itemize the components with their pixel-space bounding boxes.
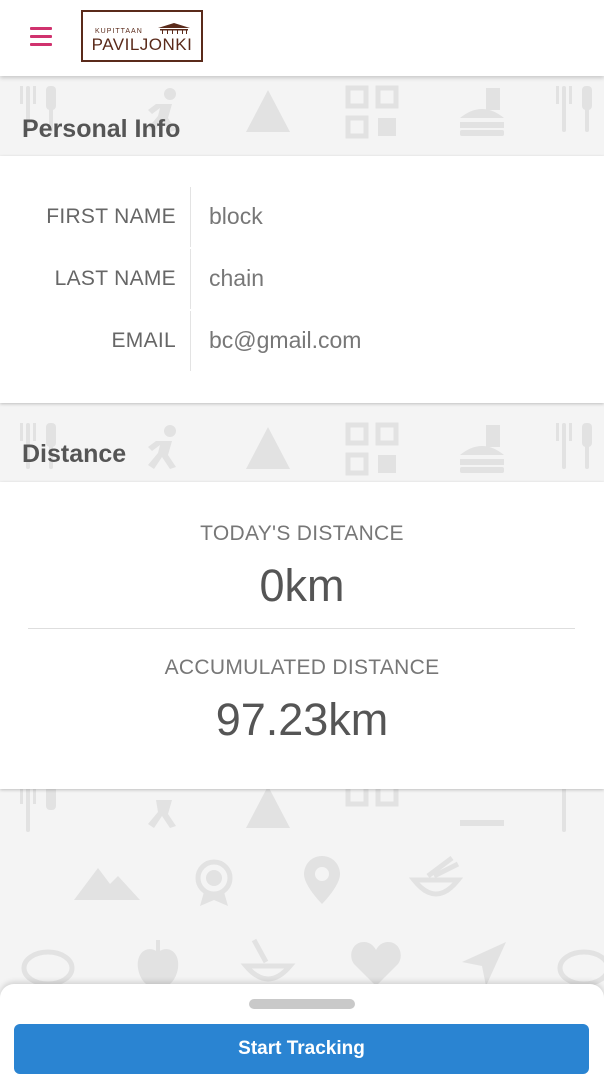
first-name-value[interactable]: block (209, 203, 263, 230)
drag-handle[interactable] (249, 999, 355, 1009)
runner-icon (134, 423, 190, 479)
brand-logo[interactable]: KUPITTAAN PAVILJONKI (81, 10, 203, 62)
personal-info-card: FIRST NAME block LAST NAME chain EMAIL b… (0, 156, 604, 403)
email-label: EMAIL (111, 329, 176, 352)
qr-code-icon (344, 84, 400, 140)
cutlery-icon (548, 782, 604, 838)
logo-main-text: PAVILJONKI (91, 35, 193, 54)
first-name-label: FIRST NAME (46, 205, 176, 228)
burger-drink-icon (456, 782, 512, 838)
first-name-row: FIRST NAME block (0, 187, 604, 247)
runner-icon (134, 782, 190, 838)
email-row: EMAIL bc@gmail.com (0, 311, 604, 371)
burger-drink-icon (456, 84, 512, 140)
mountain-icon (72, 854, 142, 910)
last-name-row: LAST NAME chain (0, 249, 604, 309)
pavilion-icon (158, 23, 190, 34)
last-name-value[interactable]: chain (209, 265, 264, 292)
distance-heading: Distance (22, 440, 127, 468)
field-divider (190, 311, 191, 371)
map-pin-icon (294, 852, 350, 908)
hamburger-menu-icon[interactable] (30, 27, 52, 47)
cutlery-icon (548, 419, 604, 475)
distance-card: TODAY'S DISTANCE 0km ACCUMULATED DISTANC… (0, 482, 604, 789)
today-distance-value: 0km (259, 560, 345, 611)
app-header: KUPITTAAN PAVILJONKI (0, 0, 604, 76)
distance-divider (28, 628, 575, 629)
accumulated-distance-label: ACCUMULATED DISTANCE (164, 656, 440, 679)
cutlery-icon (548, 82, 604, 138)
personal-info-heading: Personal Info (22, 115, 181, 143)
food-icon (240, 782, 296, 838)
food-icon (240, 86, 296, 142)
accumulated-distance-value: 97.23km (215, 694, 389, 745)
burger-drink-icon (456, 421, 512, 477)
bottom-sheet: Start Tracking (0, 984, 604, 1090)
start-tracking-button[interactable]: Start Tracking (14, 1024, 589, 1074)
cutlery-icon (12, 782, 68, 838)
field-divider (190, 187, 191, 247)
noodle-bowl-icon (408, 852, 464, 908)
logo-top-text: KUPITTAAN (95, 28, 143, 35)
email-value[interactable]: bc@gmail.com (209, 327, 361, 354)
last-name-label: LAST NAME (54, 267, 176, 290)
award-badge-icon (186, 852, 242, 908)
today-distance-label: TODAY'S DISTANCE (200, 522, 404, 545)
qr-code-icon (344, 421, 400, 477)
food-icon (240, 423, 296, 479)
qr-code-icon (344, 782, 400, 838)
field-divider (190, 249, 191, 309)
